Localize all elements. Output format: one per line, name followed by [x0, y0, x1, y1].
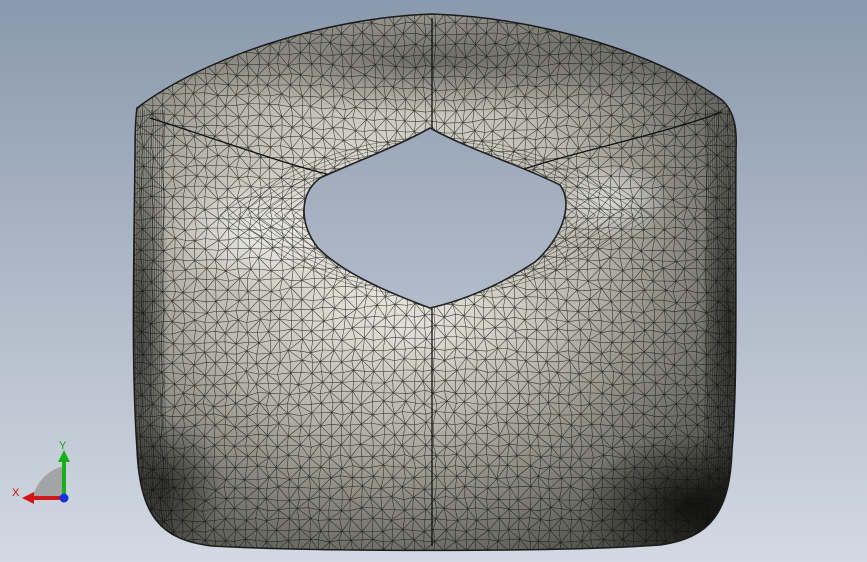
meshed-body[interactable] — [105, 5, 800, 562]
triad-base-plane — [32, 466, 64, 498]
specular-highlight-center — [260, 275, 580, 385]
x-axis-label: X — [12, 487, 20, 499]
z-axis-dot — [59, 493, 69, 503]
graphics-viewport[interactable]: Y X — [0, 0, 867, 562]
model-view[interactable] — [0, 0, 867, 562]
y-axis-label: Y — [59, 440, 67, 452]
x-axis-arrowhead — [22, 492, 34, 504]
coordinate-triad: Y X — [12, 440, 70, 504]
